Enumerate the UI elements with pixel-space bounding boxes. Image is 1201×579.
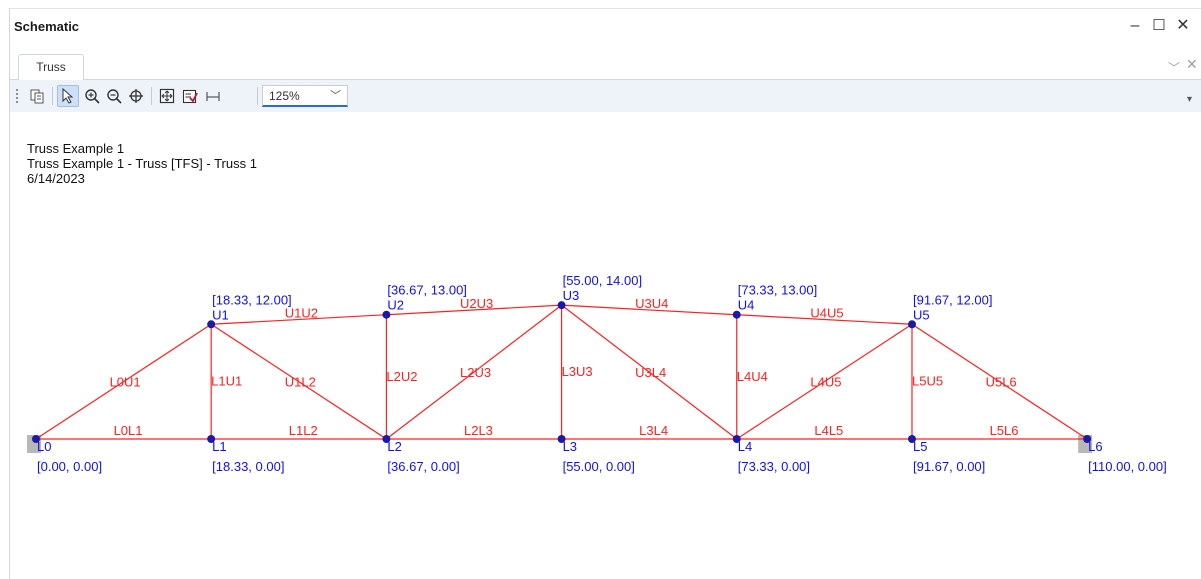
toolbar: 125% ﹀ ▾ xyxy=(10,80,1201,112)
chevron-down-icon: ﹀ xyxy=(330,90,341,102)
node-coordinate: [91.67, 12.00] xyxy=(913,292,993,307)
show-labels-button[interactable] xyxy=(179,85,201,107)
toolbar-grip-icon[interactable] xyxy=(16,89,20,103)
toolbar-separator xyxy=(151,87,152,105)
node-coordinate: [55.00, 0.00] xyxy=(563,459,635,474)
dimensions-icon xyxy=(206,92,220,101)
node-coordinate: [36.67, 13.00] xyxy=(387,283,467,298)
node-coordinate: [73.33, 13.00] xyxy=(738,283,818,298)
node-coordinate: [73.33, 0.00] xyxy=(738,459,810,474)
node-label: L5 xyxy=(913,439,927,454)
node-coordinate: [36.67, 0.00] xyxy=(387,459,459,474)
select-button[interactable] xyxy=(57,85,79,107)
member-label: U3U4 xyxy=(635,296,668,311)
copy-icon xyxy=(30,89,44,104)
zoom-in-icon xyxy=(85,89,100,104)
pan-icon xyxy=(129,89,143,103)
window-title: Schematic xyxy=(14,19,80,34)
node-label: L4 xyxy=(738,439,752,454)
node-label: L1 xyxy=(212,439,226,454)
close-button[interactable]: ✕ xyxy=(1173,15,1193,37)
node-label: L0 xyxy=(37,439,51,454)
schematic-canvas[interactable]: Truss Example 1 Truss Example 1 - Truss … xyxy=(10,113,1201,579)
member-label: L0L1 xyxy=(114,423,143,438)
fit-to-window-button[interactable] xyxy=(156,85,178,107)
select-pointer-icon xyxy=(62,88,74,104)
node-coordinate: [18.33, 0.00] xyxy=(212,459,284,474)
node-coordinate: [55.00, 14.00] xyxy=(563,273,643,288)
toolbar-separator xyxy=(257,87,258,105)
pan-button[interactable] xyxy=(125,85,147,107)
node-label: L6 xyxy=(1088,439,1102,454)
node-label: L2 xyxy=(387,439,401,454)
member-label: L4U4 xyxy=(737,369,768,384)
maximize-button[interactable]: ☐ xyxy=(1149,15,1169,37)
node-label: U5 xyxy=(913,307,930,322)
member-label: L1L2 xyxy=(289,423,318,438)
member-label: L1U1 xyxy=(211,374,242,389)
dimensions-button[interactable] xyxy=(202,85,224,107)
close-tab-icon[interactable]: ✕ xyxy=(1186,56,1198,73)
member-label: U2U3 xyxy=(460,296,493,311)
member-label: U3L4 xyxy=(635,365,666,380)
member-label: L2U2 xyxy=(386,369,417,384)
chevron-down-icon[interactable]: ﹀ xyxy=(1168,59,1180,76)
toolbar-separator xyxy=(52,87,53,105)
zoom-out-button[interactable] xyxy=(103,85,125,107)
member-label: L2U3 xyxy=(460,365,491,380)
tab-strip: Truss ﹀ ✕ xyxy=(10,47,1201,81)
member-label: U1L2 xyxy=(285,375,316,390)
toolbar-overflow-icon[interactable]: ▾ xyxy=(1187,94,1192,105)
node-coordinate: [18.33, 12.00] xyxy=(212,292,292,307)
title-bar: Schematic – ☐ ✕ xyxy=(10,9,1201,47)
minimize-button[interactable]: – xyxy=(1125,15,1145,37)
tab-truss[interactable]: Truss xyxy=(18,54,84,81)
zoom-in-button[interactable] xyxy=(81,85,103,107)
member-label: L5L6 xyxy=(990,423,1019,438)
member-label: L2L3 xyxy=(464,423,493,438)
member-label: L3U3 xyxy=(562,364,593,379)
node-label: L3 xyxy=(563,439,577,454)
copy-button[interactable] xyxy=(26,85,48,107)
zoom-select[interactable]: 125% ﹀ xyxy=(262,85,348,107)
member-label: U4U5 xyxy=(810,306,843,321)
member-label: L4U5 xyxy=(810,375,841,390)
member-label: U5L6 xyxy=(986,375,1017,390)
show-labels-icon xyxy=(182,89,198,104)
node-label: U4 xyxy=(738,298,755,313)
member-label: L3L4 xyxy=(639,423,668,438)
fit-to-window-icon xyxy=(159,88,175,104)
node-coordinate: [110.00, 0.00] xyxy=(1088,459,1167,474)
member-label: L0U1 xyxy=(110,375,141,390)
schematic-window: Schematic – ☐ ✕ Truss ﹀ ✕ 125% ﹀ ▾ Truss… xyxy=(9,8,1201,579)
member-label: L4L5 xyxy=(814,423,843,438)
node-coordinate: [0.00, 0.00] xyxy=(37,459,102,474)
zoom-value: 125% xyxy=(269,89,300,103)
member-label: L5U5 xyxy=(912,374,943,389)
node-label: U3 xyxy=(563,288,580,303)
node-label: U2 xyxy=(387,298,404,313)
truss-diagram[interactable]: L0L1 L1L2 L2L3 L3L4 L4L5 L5L6L0U1U1U2U2U3 U3U4… xyxy=(10,113,1201,579)
member-label: U1U2 xyxy=(285,306,318,321)
zoom-out-icon xyxy=(107,89,122,104)
node-label: U1 xyxy=(212,307,229,322)
node-coordinate: [91.67, 0.00] xyxy=(913,459,985,474)
